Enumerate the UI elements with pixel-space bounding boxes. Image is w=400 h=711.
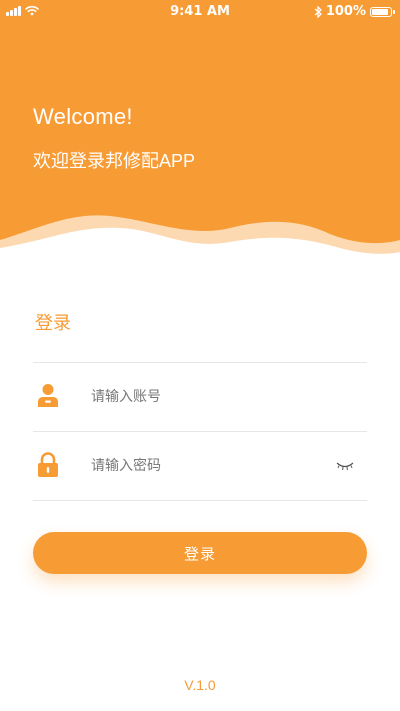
password-input[interactable]	[89, 450, 323, 482]
status-bar: 9:41 AM 100%	[0, 0, 400, 24]
battery-icon	[370, 6, 395, 17]
app-version: V.1.0	[184, 677, 216, 693]
lock-icon	[38, 452, 58, 477]
password-field	[33, 431, 367, 501]
battery-fill	[372, 8, 388, 15]
status-right: 100%	[314, 4, 395, 19]
user-icon	[38, 384, 58, 407]
battery-percent: 100%	[325, 4, 366, 19]
welcome-heading: Welcome!	[33, 104, 133, 129]
login-screen: 9:41 AM 100% Welcome! 欢迎登录邦修配APP 登录 请输入账…	[0, 0, 400, 711]
login-title: 登录	[35, 313, 71, 334]
account-field	[33, 362, 367, 431]
welcome-subtitle: 欢迎登录邦修配APP	[33, 151, 196, 171]
login-button[interactable]: 登录	[33, 532, 367, 574]
account-input[interactable]	[89, 381, 323, 413]
eye-closed-icon[interactable]	[335, 460, 355, 472]
bluetooth-icon	[314, 5, 322, 18]
header-wave	[0, 215, 400, 270]
